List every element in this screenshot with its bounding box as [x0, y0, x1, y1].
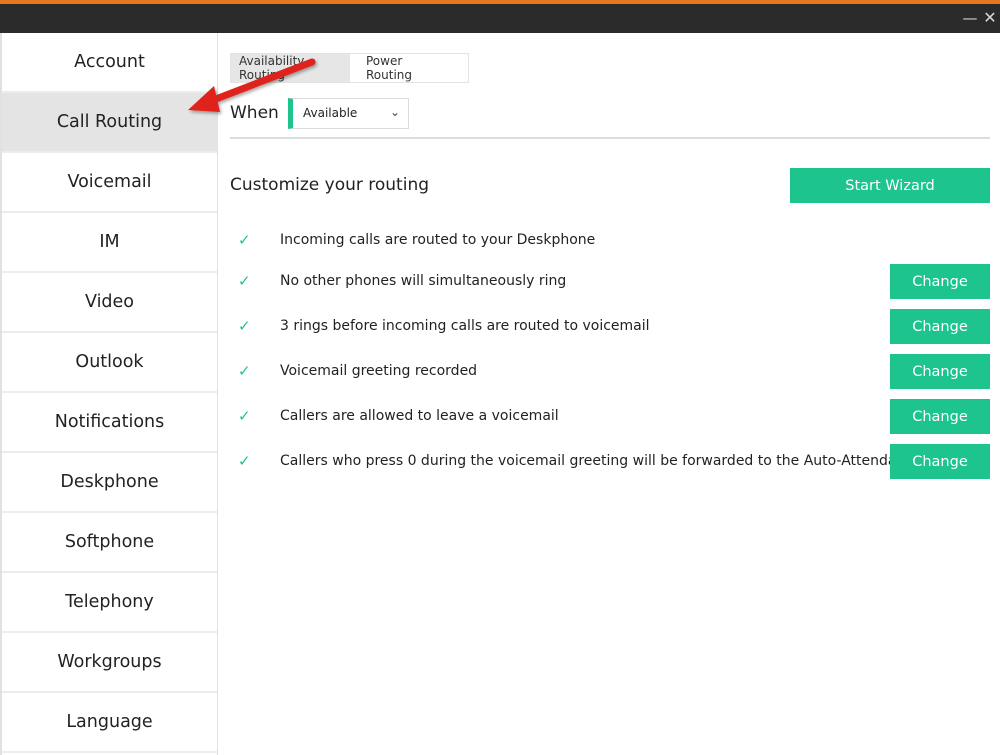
check-icon: ✓ — [238, 317, 251, 335]
sidebar-item-account[interactable]: Account — [2, 33, 217, 93]
when-label: When — [230, 103, 279, 123]
sidebar-item-telephony[interactable]: Telephony — [2, 573, 217, 633]
check-icon: ✓ — [238, 407, 251, 425]
rule-text: No other phones will simultaneously ring — [280, 273, 567, 289]
rule-text: Callers are allowed to leave a voicemail — [280, 408, 559, 424]
rule-row-rings: ✓ 3 rings before incoming calls are rout… — [230, 309, 990, 344]
rule-row-greeting: ✓ Voicemail greeting recorded Change — [230, 354, 990, 389]
routing-tabs: Availability Routing Power Routing — [230, 53, 469, 83]
availability-dropdown-value: Available — [303, 106, 358, 120]
sidebar-item-outlook[interactable]: Outlook — [2, 333, 217, 393]
chevron-down-icon: ⌄ — [389, 104, 400, 119]
change-greeting-button[interactable]: Change — [890, 354, 990, 389]
check-icon: ✓ — [238, 231, 251, 249]
rule-text: Voicemail greeting recorded — [280, 363, 478, 379]
title-bar: — ✕ — [0, 4, 1000, 33]
app-window: — ✕ Account Call Routing Voicemail IM Vi… — [0, 0, 1000, 755]
sidebar-item-language[interactable]: Language — [2, 693, 217, 753]
section-title: Customize your routing — [230, 175, 430, 195]
availability-dropdown[interactable]: Available ⌄ — [288, 97, 409, 129]
divider — [230, 137, 990, 139]
sidebar-item-im[interactable]: IM — [2, 213, 217, 273]
change-auto-attendant-button[interactable]: Change — [890, 444, 990, 479]
rule-text: Incoming calls are routed to your Deskph… — [280, 232, 596, 248]
change-leave-voicemail-button[interactable]: Change — [890, 399, 990, 434]
when-row: When Available ⌄ — [230, 97, 409, 129]
check-icon: ✓ — [238, 452, 251, 470]
rule-text: 3 rings before incoming calls are routed… — [280, 318, 650, 334]
rule-row-leave-voicemail: ✓ Callers are allowed to leave a voicema… — [230, 399, 990, 434]
sidebar-item-notifications[interactable]: Notifications — [2, 393, 217, 453]
check-icon: ✓ — [238, 272, 251, 290]
rule-row-simultaneous-ring: ✓ No other phones will simultaneously ri… — [230, 264, 990, 299]
close-icon[interactable]: ✕ — [982, 10, 998, 26]
check-icon: ✓ — [238, 362, 251, 380]
sidebar-item-voicemail[interactable]: Voicemail — [2, 153, 217, 213]
call-routing-panel: Availability Routing Power Routing When … — [218, 33, 1000, 755]
sidebar-item-softphone[interactable]: Softphone — [2, 513, 217, 573]
rule-row-auto-attendant: ✓ Callers who press 0 during the voicema… — [230, 444, 990, 479]
change-simultaneous-ring-button[interactable]: Change — [890, 264, 990, 299]
sidebar-item-workgroups[interactable]: Workgroups — [2, 633, 217, 693]
tab-availability-routing[interactable]: Availability Routing — [231, 54, 350, 82]
rule-text: Callers who press 0 during the voicemail… — [280, 453, 911, 469]
minimize-icon[interactable]: — — [962, 10, 978, 26]
settings-sidebar: Account Call Routing Voicemail IM Video … — [0, 33, 218, 755]
tab-power-routing[interactable]: Power Routing — [350, 54, 468, 82]
change-rings-button[interactable]: Change — [890, 309, 990, 344]
sidebar-item-call-routing[interactable]: Call Routing — [2, 93, 217, 153]
sidebar-item-deskphone[interactable]: Deskphone — [2, 453, 217, 513]
rule-row-deskphone: ✓ Incoming calls are routed to your Desk… — [230, 223, 990, 258]
start-wizard-button[interactable]: Start Wizard — [790, 168, 990, 203]
sidebar-item-video[interactable]: Video — [2, 273, 217, 333]
